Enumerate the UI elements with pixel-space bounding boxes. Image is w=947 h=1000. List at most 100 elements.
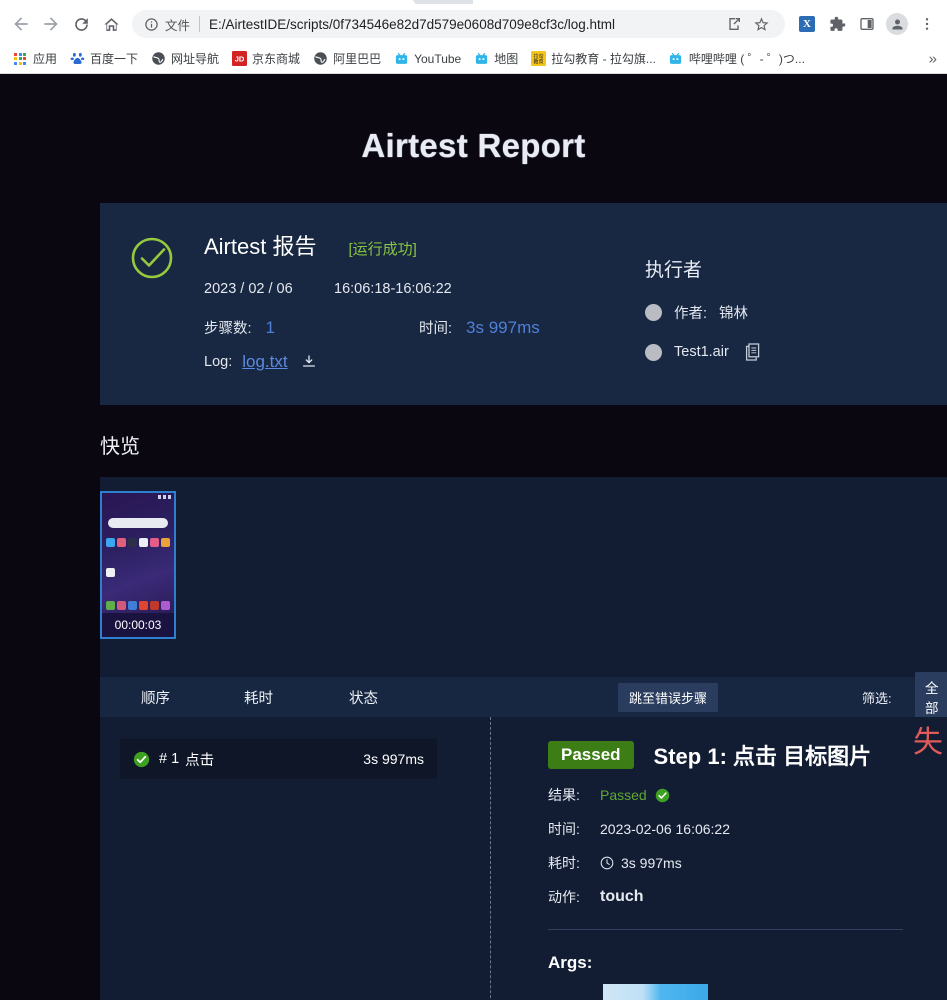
summary-time-range: 16:06:18-16:06:22 xyxy=(334,281,452,297)
detail-action-row: 动作: touch xyxy=(548,887,947,907)
bookmarks-bar: 应用 百度一下 网址导航 JD 京东商城 阿里巴巴 YouTube 地图 拉勾 … xyxy=(0,44,947,74)
baidu-icon xyxy=(69,51,85,67)
download-icon[interactable] xyxy=(301,354,317,370)
copy-icon[interactable] xyxy=(745,343,761,361)
side-panel-icon[interactable] xyxy=(853,10,881,38)
bookmark-jd[interactable]: JD 京东商城 xyxy=(225,47,306,70)
log-file-link[interactable]: log.txt xyxy=(242,352,287,372)
quickview-heading: 快览 xyxy=(100,436,140,458)
summary-card: Airtest 报告 [运行成功] 2023 / 02 / 06 16:06:1… xyxy=(100,203,947,405)
filter-all-button[interactable]: 全部 xyxy=(915,672,947,722)
chrome-menu-icon[interactable] xyxy=(913,10,941,38)
summary-duration: 时间: 3s 997ms xyxy=(419,317,540,338)
clock-icon xyxy=(600,856,614,870)
summary-stats-row: 步骤数: 1 时间: 3s 997ms xyxy=(204,317,540,338)
steps-label: 步骤数: xyxy=(204,321,252,337)
summary-status: [运行成功] xyxy=(348,241,417,258)
profile-avatar-icon[interactable] xyxy=(883,10,911,38)
phone-app-row-1 xyxy=(106,538,170,547)
star-icon[interactable] xyxy=(749,12,773,36)
phone-app-row-2 xyxy=(106,568,170,577)
page-title: Airtest Report xyxy=(361,127,586,164)
address-bar[interactable]: 文件 E:/AirtestIDE/scripts/0f734546e82d7d5… xyxy=(132,10,785,38)
bookmark-lagou[interactable]: 拉勾 教育 拉勾教育 - 拉勾旗... xyxy=(524,47,662,70)
summary-heading-row: Airtest 报告 [运行成功] xyxy=(204,229,540,261)
reload-icon[interactable] xyxy=(66,9,96,39)
bookmark-youtube[interactable]: YouTube xyxy=(387,48,467,70)
thumbnail-item[interactable]: 00:00:03 xyxy=(100,491,176,639)
share-icon[interactable] xyxy=(722,12,746,36)
home-icon[interactable] xyxy=(96,9,126,39)
column-order: 顺序 xyxy=(141,690,170,707)
bookmark-alibaba[interactable]: 阿里巴巴 xyxy=(306,47,387,70)
bilibili-tv-icon xyxy=(393,51,409,67)
action-label: 动作: xyxy=(548,889,580,905)
bookmark-label: 哔哩哔哩 ( ゜- ゜)つ... xyxy=(688,52,805,66)
bookmarks-overflow-button[interactable]: » xyxy=(925,50,941,67)
log-label: Log: xyxy=(204,354,233,370)
result-label: 结果: xyxy=(548,787,580,803)
filter-label: 筛选: xyxy=(862,690,892,706)
summary-date: 2023 / 02 / 06 xyxy=(204,281,293,297)
status-badge: Passed xyxy=(548,741,634,769)
bookmark-maps[interactable]: 地图 xyxy=(467,47,524,70)
executor-author-row: 作者: 锦林 xyxy=(645,302,761,323)
executor-section: 执行者 作者: 锦林 Test1.air xyxy=(645,255,761,361)
result-value: Passed xyxy=(600,787,647,803)
bilibili-tv-icon xyxy=(668,51,684,67)
detail-divider xyxy=(548,929,903,930)
extension-x-label: X xyxy=(799,16,815,32)
executor-heading: 执行者 xyxy=(645,260,703,281)
site-info[interactable]: 文件 xyxy=(144,15,190,34)
extensions-puzzle-icon[interactable] xyxy=(823,10,851,38)
duration-label: 时间: xyxy=(419,321,453,337)
args-heading: Args: xyxy=(548,953,593,972)
avatar xyxy=(886,13,908,35)
forward-arrow-icon[interactable] xyxy=(36,9,66,39)
globe-icon xyxy=(150,51,166,67)
column-duration: 耗时 xyxy=(244,690,273,707)
bookmark-apps[interactable]: 应用 xyxy=(6,47,63,70)
phone-statusbar-icons xyxy=(158,495,171,499)
svg-text:教育: 教育 xyxy=(533,59,543,66)
svg-text:拉勾: 拉勾 xyxy=(533,53,543,60)
lagou-icon: 拉勾 教育 xyxy=(530,51,546,67)
browser-chrome: 文件 E:/AirtestIDE/scripts/0f734546e82d7d5… xyxy=(0,0,947,74)
url-text[interactable]: E:/AirtestIDE/scripts/0f734546e82d7d579e… xyxy=(209,17,716,32)
bookmark-label: 百度一下 xyxy=(90,52,139,66)
summary-log-row: Log: log.txt xyxy=(204,352,540,372)
bookmark-baidu[interactable]: 百度一下 xyxy=(63,47,144,70)
bookmark-bilibili[interactable]: 哔哩哔哩 ( ゜- ゜)つ... xyxy=(662,47,811,70)
bookmark-label: 网址导航 xyxy=(171,52,220,66)
steps-value: 1 xyxy=(265,318,275,337)
executor-script-row: Test1.air xyxy=(645,343,761,361)
detail-result-row: 结果: Passed xyxy=(548,785,947,805)
step-index: # 1 xyxy=(159,751,180,767)
jd-icon: JD xyxy=(231,51,247,67)
tab-strip-empty-area xyxy=(473,0,947,4)
steps-table-header: 顺序 耗时 状态 跳至错误步骤 筛选: 全部 成功 失败 xyxy=(100,672,947,722)
quickview-thumbnails: 00:00:03 xyxy=(100,477,947,677)
extension-x-icon[interactable]: X xyxy=(793,10,821,38)
back-arrow-icon[interactable] xyxy=(6,9,36,39)
bookmark-label: YouTube xyxy=(414,51,462,66)
browser-toolbar: 文件 E:/AirtestIDE/scripts/0f734546e82d7d5… xyxy=(0,4,947,44)
elapsed-value: 3s 997ms xyxy=(621,855,682,871)
phone-search-bar xyxy=(108,518,168,528)
summary-section: Airtest 报告 [运行成功] 2023 / 02 / 06 16:06:1… xyxy=(100,203,947,405)
summary-left: Airtest 报告 [运行成功] 2023 / 02 / 06 16:06:1… xyxy=(100,229,540,405)
jump-to-error-button[interactable]: 跳至错误步骤 xyxy=(618,682,719,712)
bookmark-nav[interactable]: 网址导航 xyxy=(144,47,225,70)
step-list-item[interactable]: # 1 点击 3s 997ms xyxy=(120,739,437,779)
step-duration: 3s 997ms xyxy=(363,751,424,767)
omnibox-actions xyxy=(722,12,773,36)
bookmark-label: 地图 xyxy=(494,52,519,66)
summary-datetime-row: 2023 / 02 / 06 16:06:18-16:06:22 xyxy=(204,281,540,297)
tab-strip xyxy=(0,0,947,4)
step-detail-pane: Passed Step 1: 点击 目标图片 结果: Passed 时间: 20… xyxy=(490,717,947,1000)
args-target-image[interactable] xyxy=(603,984,708,1000)
apps-grid-icon xyxy=(12,51,28,67)
active-tab[interactable] xyxy=(0,0,415,4)
script-name: Test1.air xyxy=(674,344,729,360)
check-circle-icon xyxy=(133,751,150,768)
